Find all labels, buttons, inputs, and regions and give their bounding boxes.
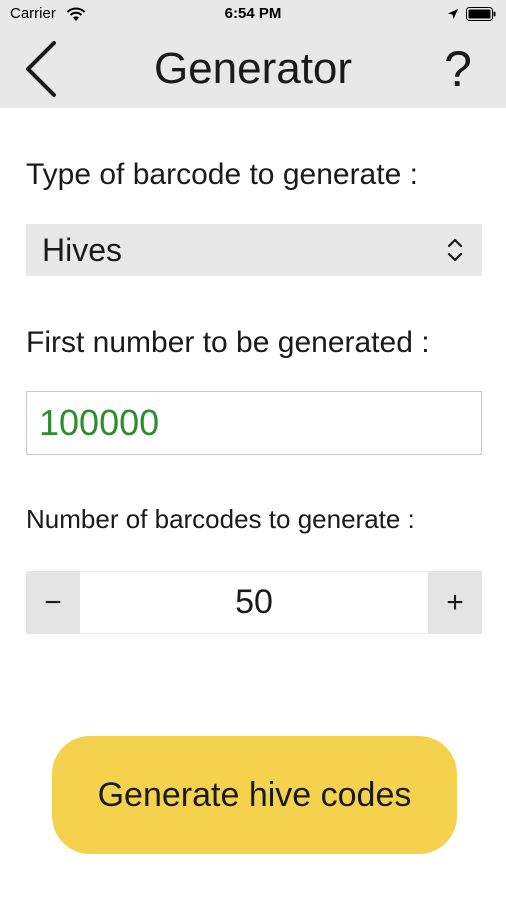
page-title: Generator [153,44,353,93]
barcode-type-value: Hives [42,232,123,268]
barcode-count-label: Number of barcodes to generate : [26,504,415,534]
help-button[interactable]: ? [436,40,480,98]
up-down-chevron-icon [447,238,463,262]
status-time: 6:54 PM [224,5,282,22]
barcode-type-label: Type of barcode to generate : [26,158,418,191]
location-icon [448,9,458,19]
status-bar: Carrier 6:54 PM [0,0,506,28]
navigation-bar: Generator ? [0,28,506,108]
first-number-input[interactable] [26,391,482,455]
barcode-type-select[interactable]: Hives [26,224,482,276]
barcode-count-stepper: − 50 + [26,571,482,634]
increment-button[interactable]: + [428,571,482,634]
first-number-label: First number to be generated : [26,326,430,359]
decrement-button[interactable]: − [26,571,80,634]
generate-codes-button[interactable]: Generate hive codes [52,736,457,854]
battery-icon [466,7,496,21]
barcode-count-value[interactable]: 50 [80,571,428,634]
